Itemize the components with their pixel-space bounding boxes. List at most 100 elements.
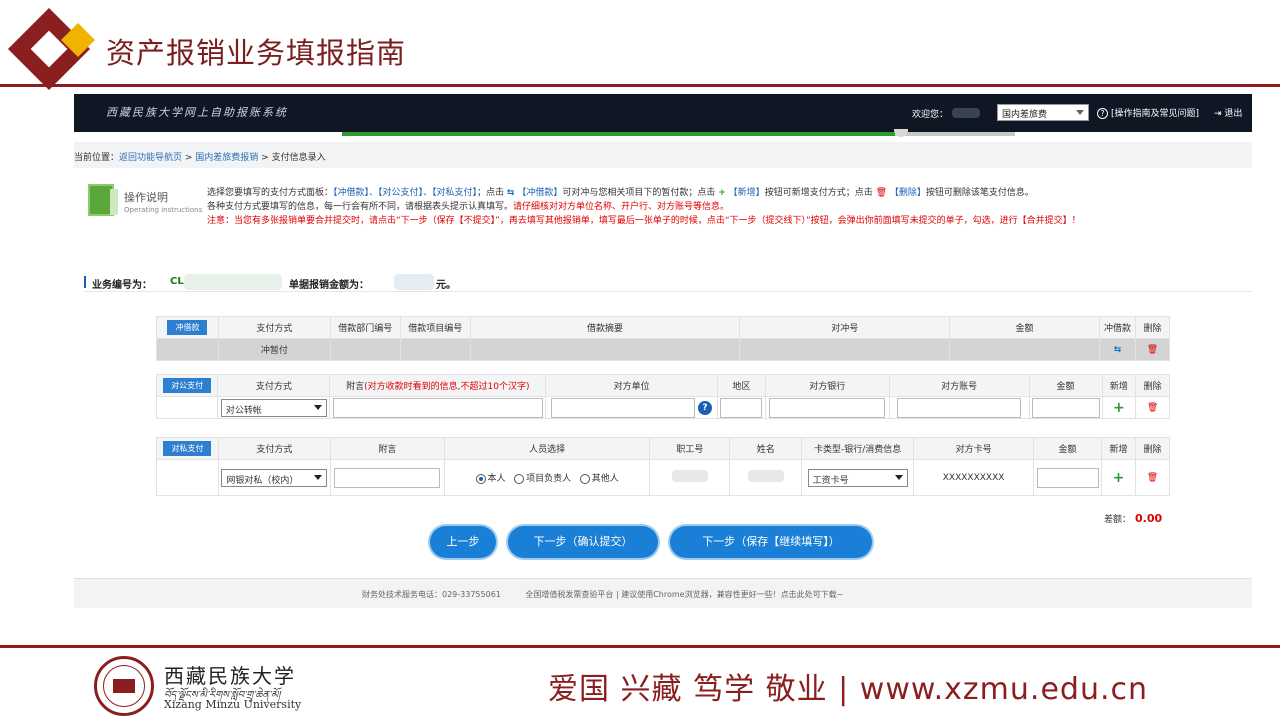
column-header: 职工号: [649, 437, 731, 460]
account-input[interactable]: [897, 397, 1022, 418]
logout-link[interactable]: ⇥ 退出: [1214, 106, 1242, 119]
guide-line1-d: 【冲借款】: [517, 188, 563, 198]
radio-self[interactable]: [475, 473, 486, 484]
table-cell: [764, 396, 890, 419]
table-cell: [649, 459, 731, 496]
table-cell: 对公转帐: [217, 396, 331, 419]
private-method-select[interactable]: 网银对私（校内）: [221, 468, 328, 487]
browser-download-link[interactable]: 建议使用Chrome浏览器，兼容性更好一些！点击此处可下载~: [621, 590, 843, 599]
guide-line1-i: 按钮可删除该笔支付信息。: [925, 188, 1034, 198]
delete-button[interactable]: 🗑: [1134, 338, 1171, 361]
support-phone: 财务处技术服务电话：029-33755061: [362, 590, 501, 599]
table-cell: [949, 338, 1100, 361]
university-name-en: Xizang Minzu University: [164, 698, 302, 711]
loan-tab[interactable]: 冲借款: [156, 316, 219, 339]
category-select-value: 国内差旅费: [1002, 110, 1048, 120]
delete-button[interactable]: 🗑: [1135, 396, 1170, 419]
slide: 资产报销业务填报指南 西藏民族大学网上自助报账系统 欢迎您： 国内差旅费 ? [操…: [0, 0, 1280, 720]
radio-other-label: 其他人: [591, 474, 619, 484]
region-input[interactable]: [720, 397, 763, 418]
next-confirm-submit-button[interactable]: 下一步（确认提交）: [508, 526, 658, 558]
card-type-select[interactable]: 工资卡号: [807, 468, 908, 487]
business-number-label: 业务编号为：: [92, 280, 152, 291]
public-tab[interactable]: 对公支付: [155, 374, 219, 397]
public-method-select[interactable]: 对公转帐: [220, 398, 327, 417]
table-cell: [329, 459, 445, 496]
radio-project-leader[interactable]: [514, 473, 525, 484]
step-progress-remaining: [895, 132, 1015, 136]
page-footer: 财务处技术服务电话：029-33755061 全国增值税发票查验平台 | 建议使…: [74, 578, 1252, 608]
table-cell: [888, 396, 1030, 419]
top-navbar: 西藏民族大学网上自助报账系统 欢迎您： 国内差旅费 ? [操作指南及常见问题] ⇥…: [74, 94, 1252, 132]
public-method-value: 对公转帐: [225, 405, 262, 416]
column-header: 附言: [329, 437, 445, 460]
delete-button[interactable]: 🗑: [1134, 459, 1171, 496]
private-tab[interactable]: 对私支付: [156, 437, 219, 460]
guide-line1-f: 【新增】: [728, 188, 765, 198]
column-header: 支付方式: [217, 374, 331, 397]
table-cell: [156, 338, 219, 361]
business-info-bar: 业务编号为： CL 单据报销金额为： 元。: [84, 274, 1252, 292]
column-header: 借款项目编号: [399, 316, 471, 339]
guide-line1-b: 【冲借款】、【对公支付】、【对私支付】: [333, 188, 478, 198]
column-header: 借款部门编号: [329, 316, 401, 339]
instructions-title: 操作说明: [124, 191, 168, 204]
counterparty-input[interactable]: [551, 397, 696, 418]
next-save-continue-button[interactable]: 下一步（保存【继续填写】）: [670, 526, 872, 558]
column-header: 金额: [1028, 374, 1103, 397]
private-tab-label: 对私支付: [163, 441, 212, 456]
radio-self-label: 本人: [487, 474, 506, 484]
private-payment-table: 对私支付 支付方式 附言 人员选择 职工号 姓名 卡类型-银行/消费信息 对方卡…: [156, 437, 1171, 496]
offset-loan-button[interactable]: ⇆: [1098, 338, 1136, 361]
table-cell: [469, 338, 741, 361]
table-cell: [739, 338, 951, 361]
radio-other[interactable]: [579, 473, 590, 484]
memo-header: 附言: [346, 382, 365, 392]
instructions-subtitle: Operating instructions: [124, 206, 203, 214]
table-cell: [729, 459, 803, 496]
table-cell: [1028, 396, 1103, 419]
plus-icon: +: [718, 188, 726, 198]
guide-line1-a: 选择您要填写的支付方式面板：: [207, 188, 334, 198]
category-select[interactable]: 国内差旅费: [997, 104, 1089, 121]
trash-icon: 🗑: [1146, 344, 1159, 355]
system-screenshot: 西藏民族大学网上自助报账系统 欢迎您： 国内差旅费 ? [操作指南及常见问题] ⇥…: [74, 94, 1252, 608]
amount-input[interactable]: [1031, 397, 1100, 418]
business-number-prefix: CL: [170, 276, 184, 287]
amount-redacted: [394, 274, 434, 290]
help-icon[interactable]: ?: [698, 400, 713, 415]
column-header: 金额: [949, 316, 1100, 339]
footer-divider: [0, 645, 1280, 648]
difference-summary: 差额： 0.00: [1104, 512, 1162, 525]
swap-icon: ⇆: [506, 188, 515, 198]
invoice-check-link[interactable]: 全国增值税发票查验平台: [525, 590, 613, 599]
help-link[interactable]: ? [操作指南及常见问题]: [1097, 106, 1199, 119]
trash-icon: 🗑: [1146, 472, 1159, 483]
chevron-down-icon: [313, 404, 322, 410]
column-header: 金额: [1033, 437, 1102, 460]
prev-step-button[interactable]: 上一步: [430, 526, 496, 558]
private-amount-input[interactable]: [1036, 467, 1099, 488]
table-cell: ?: [545, 396, 718, 419]
table-cell: 网银对私（校内）: [217, 459, 331, 496]
chevron-down-icon: [1076, 110, 1084, 115]
table-cell: [329, 338, 401, 361]
breadcrumb-separator: >: [258, 153, 272, 163]
column-header: 地区: [716, 374, 766, 397]
breadcrumb-section-link[interactable]: 国内差旅费报销: [195, 153, 258, 163]
staff-id-redacted: [671, 470, 708, 482]
private-memo-input[interactable]: [334, 467, 441, 488]
column-header: 人员选择: [443, 437, 651, 460]
add-button[interactable]: +: [1101, 459, 1136, 496]
memo-input[interactable]: [332, 397, 543, 418]
bank-input[interactable]: [769, 397, 886, 418]
breadcrumb-home-link[interactable]: 返回功能导航页: [119, 153, 182, 163]
card-number-mask: XXXXXXXXXX: [942, 472, 1005, 483]
guide-line1-h: 【删除】: [889, 188, 926, 198]
add-button[interactable]: +: [1101, 396, 1137, 419]
guide-line2-b: 请仔细核对对方单位名称、开户行、对方账号等信息。: [513, 202, 730, 212]
table-cell: [399, 338, 471, 361]
instructions-book-icon: [88, 184, 118, 216]
column-header: 删除: [1135, 374, 1170, 397]
welcome-text: 欢迎您：: [912, 110, 949, 120]
